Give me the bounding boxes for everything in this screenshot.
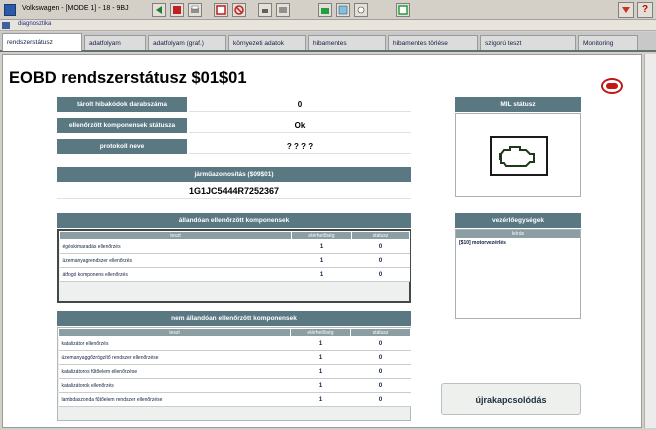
window-title: Volkswagen - [MODE 1] - 18 - 9BJ [22,5,129,12]
network-icon[interactable] [354,3,368,17]
collapse-icon[interactable] [2,22,10,29]
app-icon [4,4,16,16]
brand-logo [601,78,623,94]
table-row[interactable]: lambdaszonda fűtőelem rendszer ellenőrzé… [58,392,411,407]
status-label: protokoll neve [57,139,187,154]
noncontinuous-table-panel: teszt elérhetőség státusz katalizátor el… [57,327,411,421]
column-header: teszt [59,231,292,240]
vertical-scrollbar[interactable] [644,54,656,428]
row-availability: 1 [290,378,351,393]
status-label: tárolt hibakódok darabszáma [57,97,187,112]
signal-icon[interactable] [318,3,332,17]
row-status: 0 [350,336,411,351]
mil-header: MIL státusz [455,97,581,112]
status-value: ? ? ? ? [189,139,411,154]
row-name: katalizátorok ellenőrzés [58,378,291,393]
title-bar: Volkswagen - [MODE 1] - 18 - 9BJ ? [0,0,656,20]
column-header: státusz [350,328,411,337]
stop-icon[interactable] [170,3,184,17]
table-row[interactable]: katalizátoros fűtőelem ellenőrzése 1 0 [58,364,411,379]
status-label: ellenőrzött komponensek státusza [57,118,187,133]
row-status: 0 [350,350,411,365]
row-status: 0 [351,253,410,268]
continuous-table: teszt elérhetőség státusz égéskimaradás … [59,231,410,282]
row-name: katalizátoros fűtőelem ellenőrzése [58,364,291,379]
column-header: elérhetőség [290,328,351,337]
minimize-icon[interactable] [618,2,634,18]
column-header: leírás [456,230,580,238]
vin-header: járműazonosítás ($09$01) [57,167,411,182]
table-row[interactable]: katalizátorok ellenőrzés 1 0 [58,378,411,393]
ecu-header: vezérlőegységek [455,213,581,228]
row-availability: 1 [291,239,352,254]
column-header: státusz [351,231,410,240]
back-arrow-icon[interactable] [152,3,166,17]
page-title: EOBD rendszerstátusz $01$01 [9,69,247,87]
column-header: teszt [58,328,291,337]
content-area: EOBD rendszerstátusz $01$01 tárolt hibak… [2,54,642,428]
list-icon[interactable] [396,3,410,17]
table-row[interactable]: égéskimaradás ellenőrzés 1 0 [59,239,410,254]
tab-hibamentes-torlese[interactable]: hibamentes törlése [388,35,478,50]
tab-rendszerstatusz[interactable]: rendszerstátusz [2,33,82,51]
mil-panel [455,113,581,197]
list-item[interactable]: [$10] motorvezérlés [456,238,580,248]
status-value: 0 [189,97,411,112]
row-availability: 1 [290,336,351,351]
window-icon[interactable] [214,3,228,17]
tab-kornyezeti-adatok[interactable]: környezeti adatok [228,35,306,50]
no-entry-icon[interactable] [232,3,246,17]
help-button[interactable]: ? [637,2,653,18]
tab-adatfolyam[interactable]: adatfolyam [84,35,146,50]
continuous-header: állandóan ellenőrzött komponensek [57,213,411,228]
noncontinuous-table: teszt elérhetőség státusz katalizátor el… [58,328,411,407]
noncontinuous-header: nem állandóan ellenőrzött komponensek [57,311,411,326]
row-status: 0 [350,378,411,393]
row-name: üzemanyaggőzrögzítő rendszer ellenőrzése [58,350,291,365]
table-icon[interactable] [336,3,350,17]
row-status: 0 [350,364,411,379]
row-availability: 1 [290,364,351,379]
row-availability: 1 [290,392,351,407]
row-name: égéskimaradás ellenőrzés [59,239,292,254]
row-status: 0 [351,239,410,254]
print-icon[interactable] [188,3,202,17]
tab-szigoru-teszt[interactable]: szigorú teszt [480,35,576,50]
row-name: átfogó komponens ellenőrzés [59,267,292,282]
row-availability: 1 [291,267,352,282]
vin-value: 1G1JC5444R7252367 [57,184,411,199]
tab-monitoring[interactable]: Monitoring [578,35,638,50]
menu-bar: diagnosztika [0,20,656,31]
row-status: 0 [350,392,411,407]
row-status: 0 [351,267,410,282]
column-header: elérhetőség [291,231,352,240]
tool-icon[interactable] [258,3,272,17]
reconnect-button[interactable]: újrakapcsolódás [441,383,581,415]
row-availability: 1 [291,253,352,268]
row-name: katalizátor ellenőrzés [58,336,291,351]
menu-label[interactable]: diagnosztika [18,21,51,27]
status-value: Ok [189,118,411,133]
tab-hibamentes[interactable]: hibamentes [308,35,386,50]
table-row[interactable]: átfogó komponens ellenőrzés 1 0 [59,267,410,282]
row-availability: 1 [290,350,351,365]
table-row[interactable]: üzemanyagrendszer ellenőrzés 1 0 [59,253,410,268]
engine-check-icon [490,136,548,176]
tab-adatfolyam-graf[interactable]: adatfolyam (graf.) [148,35,226,50]
continuous-table-panel: teszt elérhetőség státusz égéskimaradás … [57,229,411,303]
row-name: üzemanyagrendszer ellenőrzés [59,253,292,268]
tab-bar: rendszerstátusz adatfolyam adatfolyam (g… [0,32,656,52]
row-name: lambdaszonda fűtőelem rendszer ellenőrzé… [58,392,291,407]
ecu-list: leírás [$10] motorvezérlés [455,229,581,319]
tool-icon[interactable] [276,3,290,17]
table-row[interactable]: üzemanyaggőzrögzítő rendszer ellenőrzése… [58,350,411,365]
table-row[interactable]: katalizátor ellenőrzés 1 0 [58,336,411,351]
